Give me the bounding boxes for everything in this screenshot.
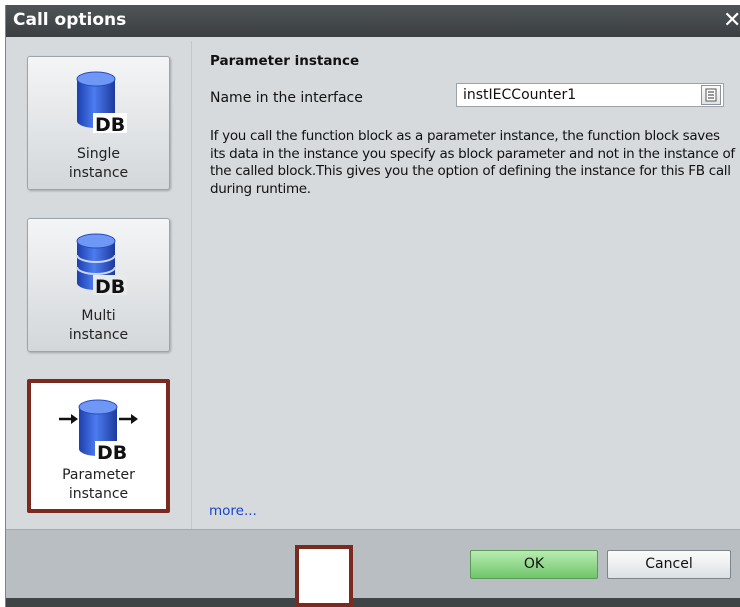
list-icon (705, 88, 717, 102)
close-button[interactable]: ✕ (723, 5, 740, 37)
highlight-marker (295, 545, 353, 607)
panel-divider (191, 41, 192, 529)
call-options-dialog: Call options ✕ DB Single instance DB Mul… (5, 5, 740, 607)
ok-button[interactable]: OK (470, 550, 598, 579)
details-panel: Parameter instance Name in the interface… (194, 43, 740, 529)
footer-strip (6, 598, 740, 607)
title-bar: Call options ✕ (6, 5, 740, 37)
dialog-title: Call options (13, 10, 127, 30)
option-label: Single instance (68, 146, 129, 181)
option-label: Parameter instance (62, 467, 135, 502)
svg-text:DB: DB (95, 114, 125, 135)
multi-instance-button[interactable]: DB Multi instance (27, 218, 170, 352)
cancel-button[interactable]: Cancel (607, 550, 731, 579)
section-title: Parameter instance (210, 53, 360, 69)
svg-text:DB: DB (97, 442, 127, 463)
interface-name-label: Name in the interface (210, 90, 363, 106)
interface-name-field[interactable]: instIECCounter1 (456, 83, 724, 107)
more-link[interactable]: more... (209, 503, 257, 519)
parameter-instance-button[interactable]: DB Parameter instance (27, 379, 170, 513)
browse-list-button[interactable] (701, 85, 721, 105)
database-icon: DB (76, 71, 127, 135)
option-label: Multi instance (68, 308, 129, 343)
database-icon: DB (75, 233, 127, 297)
description-text: If you call the function block as a para… (210, 128, 735, 197)
database-arrows-icon: DB (58, 399, 138, 463)
svg-text:DB: DB (95, 276, 125, 297)
single-instance-button[interactable]: DB Single instance (27, 56, 170, 190)
instance-type-panel: DB Single instance DB Multi instance DB … (6, 37, 189, 529)
